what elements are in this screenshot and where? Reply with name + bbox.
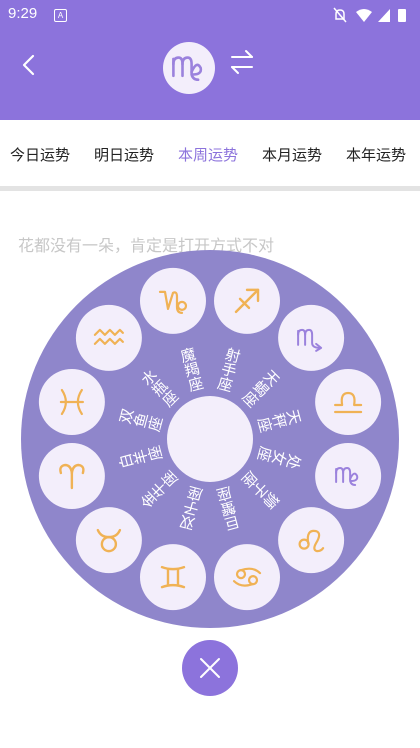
sign-badge [278, 507, 345, 574]
sign-badge [315, 443, 382, 510]
sign-badge [75, 507, 142, 574]
close-button[interactable] [182, 640, 238, 696]
sign-badge [75, 304, 142, 371]
sign-badge [315, 368, 382, 435]
zodiac-wheel: 魔羯座 射手座天蝎座天秤座处女座狮子座巨蟹座双子座金牛座白羊座双鱼座水瓶座 [21, 250, 399, 628]
sign-badge [214, 544, 281, 611]
wheel-center [167, 396, 253, 482]
close-icon [200, 658, 220, 678]
sign-badge [139, 544, 206, 611]
sign-badge [139, 267, 206, 334]
